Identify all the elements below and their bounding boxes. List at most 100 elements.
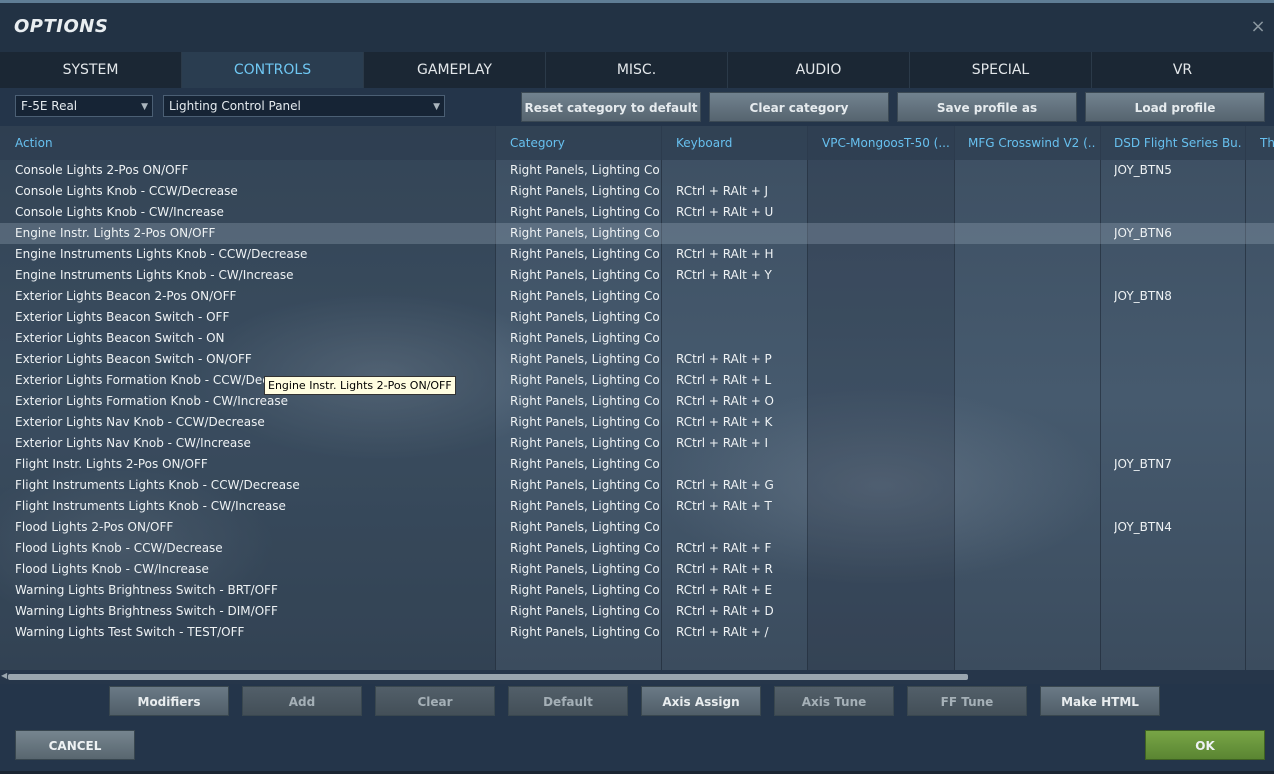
scroll-left-icon[interactable]: ◀ <box>1 671 7 680</box>
load-profile-button[interactable]: Load profile <box>1085 92 1265 122</box>
keyboard-binding-cell[interactable]: RCtrl + RAlt + / <box>676 625 804 639</box>
clear-category-button[interactable]: Clear category <box>709 92 889 122</box>
joystick-binding-cell[interactable]: JOY_BTN6 <box>1114 226 1242 240</box>
action-cell[interactable]: Console Lights Knob - CW/Increase <box>15 205 495 219</box>
joystick-binding-cell[interactable]: JOY_BTN4 <box>1114 520 1242 534</box>
table-row[interactable]: Exterior Lights Beacon Switch - ON Right … <box>0 328 1274 349</box>
reset-category-button[interactable]: Reset category to default <box>521 92 701 122</box>
joystick-binding-cell[interactable]: JOY_BTN8 <box>1114 289 1242 303</box>
tab-gameplay[interactable]: GAMEPLAY <box>364 52 546 88</box>
tab-misc[interactable]: MISC. <box>546 52 728 88</box>
keyboard-binding-cell[interactable]: RCtrl + RAlt + I <box>676 436 804 450</box>
action-cell[interactable]: Exterior Lights Beacon Switch - ON <box>15 331 495 345</box>
axis-assign-button[interactable]: Axis Assign <box>641 686 761 716</box>
make-html-button[interactable]: Make HTML <box>1040 686 1160 716</box>
table-row[interactable]: Exterior Lights Beacon 2-Pos ON/OFF Right… <box>0 286 1274 307</box>
axis-tune-button[interactable]: Axis Tune <box>774 686 894 716</box>
table-row[interactable]: Flight Instruments Lights Knob - CCW/Dec… <box>0 475 1274 496</box>
keyboard-binding-cell[interactable]: RCtrl + RAlt + G <box>676 478 804 492</box>
clear-button[interactable]: Clear <box>375 686 495 716</box>
action-cell[interactable]: Warning Lights Test Switch - TEST/OFF <box>15 625 495 639</box>
action-cell[interactable]: Exterior Lights Nav Knob - CCW/Decrease <box>15 415 495 429</box>
keyboard-binding-cell[interactable]: RCtrl + RAlt + P <box>676 352 804 366</box>
category-cell[interactable]: Right Panels, Lighting Con <box>510 268 660 282</box>
keyboard-binding-cell[interactable]: RCtrl + RAlt + J <box>676 184 804 198</box>
category-cell[interactable]: Right Panels, Lighting Con <box>510 541 660 555</box>
table-row[interactable]: Flight Instr. Lights 2-Pos ON/OFF Right P… <box>0 454 1274 475</box>
header-category[interactable]: Category <box>510 136 655 150</box>
category-cell[interactable]: Right Panels, Lighting Con <box>510 289 660 303</box>
default-button[interactable]: Default <box>508 686 628 716</box>
table-row[interactable]: Engine Instruments Lights Knob - CCW/Dec… <box>0 244 1274 265</box>
category-cell[interactable]: Right Panels, Lighting Con <box>510 457 660 471</box>
table-row[interactable]: Engine Instruments Lights Knob - CW/Incr… <box>0 265 1274 286</box>
category-cell[interactable]: Right Panels, Lighting Con <box>510 415 660 429</box>
action-cell[interactable]: Flight Instr. Lights 2-Pos ON/OFF <box>15 457 495 471</box>
action-cell[interactable]: Flood Lights Knob - CCW/Decrease <box>15 541 495 555</box>
keyboard-binding-cell[interactable]: RCtrl + RAlt + E <box>676 583 804 597</box>
close-icon[interactable]: × <box>1250 18 1266 36</box>
category-cell[interactable]: Right Panels, Lighting Con <box>510 163 660 177</box>
category-cell[interactable]: Right Panels, Lighting Con <box>510 310 660 324</box>
table-row[interactable]: Flood Lights Knob - CCW/Decrease Right Pa… <box>0 538 1274 559</box>
table-row[interactable]: Console Lights 2-Pos ON/OFF Right Panels,… <box>0 160 1274 181</box>
table-row[interactable]: Exterior Lights Beacon Switch - ON/OFF Ri… <box>0 349 1274 370</box>
category-cell[interactable]: Right Panels, Lighting Con <box>510 373 660 387</box>
save-profile-button[interactable]: Save profile as <box>897 92 1077 122</box>
cancel-button[interactable]: CANCEL <box>15 730 135 760</box>
keyboard-binding-cell[interactable]: RCtrl + RAlt + O <box>676 394 804 408</box>
horizontal-scrollbar[interactable]: ◀ <box>0 670 1274 684</box>
aircraft-select[interactable]: F-5E Real ▼ <box>15 95 153 117</box>
table-row[interactable]: Exterior Lights Beacon Switch - OFF Right… <box>0 307 1274 328</box>
joystick-binding-cell[interactable]: JOY_BTN7 <box>1114 457 1242 471</box>
category-cell[interactable]: Right Panels, Lighting Con <box>510 625 660 639</box>
category-cell[interactable]: Right Panels, Lighting Con <box>510 226 660 240</box>
action-cell[interactable]: Engine Instruments Lights Knob - CW/Incr… <box>15 268 495 282</box>
header-keyboard[interactable]: Keyboard <box>676 136 801 150</box>
category-cell[interactable]: Right Panels, Lighting Con <box>510 331 660 345</box>
action-cell[interactable]: Flood Lights Knob - CW/Increase <box>15 562 495 576</box>
table-row[interactable]: Console Lights Knob - CW/Increase Right P… <box>0 202 1274 223</box>
table-row[interactable]: Warning Lights Brightness Switch - BRT/O… <box>0 580 1274 601</box>
header-device-th[interactable]: Th <box>1260 136 1274 150</box>
category-cell[interactable]: Right Panels, Lighting Con <box>510 247 660 261</box>
tab-special[interactable]: SPECIAL <box>910 52 1092 88</box>
keyboard-binding-cell[interactable]: RCtrl + RAlt + Y <box>676 268 804 282</box>
keyboard-binding-cell[interactable]: RCtrl + RAlt + D <box>676 604 804 618</box>
keyboard-binding-cell[interactable]: RCtrl + RAlt + R <box>676 562 804 576</box>
tab-controls[interactable]: CONTROLS <box>182 52 364 88</box>
modifiers-button[interactable]: Modifiers <box>109 686 229 716</box>
joystick-binding-cell[interactable]: JOY_BTN5 <box>1114 163 1242 177</box>
keyboard-binding-cell[interactable]: RCtrl + RAlt + H <box>676 247 804 261</box>
category-cell[interactable]: Right Panels, Lighting Con <box>510 478 660 492</box>
action-cell[interactable]: Console Lights 2-Pos ON/OFF <box>15 163 495 177</box>
table-row[interactable]: Exterior Lights Nav Knob - CW/Increase Ri… <box>0 433 1274 454</box>
action-cell[interactable]: Engine Instr. Lights 2-Pos ON/OFF <box>15 226 495 240</box>
category-cell[interactable]: Right Panels, Lighting Con <box>510 583 660 597</box>
table-row[interactable]: Flood Lights 2-Pos ON/OFF Right Panels, L… <box>0 517 1274 538</box>
header-device-mfg[interactable]: MFG Crosswind V2 (... <box>968 136 1096 150</box>
header-device-dsd[interactable]: DSD Flight Series Bu... <box>1114 136 1242 150</box>
action-cell[interactable]: Exterior Lights Beacon Switch - OFF <box>15 310 495 324</box>
keyboard-binding-cell[interactable]: RCtrl + RAlt + K <box>676 415 804 429</box>
add-button[interactable]: Add <box>242 686 362 716</box>
keyboard-binding-cell[interactable]: RCtrl + RAlt + F <box>676 541 804 555</box>
category-cell[interactable]: Right Panels, Lighting Con <box>510 352 660 366</box>
action-cell[interactable]: Console Lights Knob - CCW/Decrease <box>15 184 495 198</box>
tab-vr[interactable]: VR <box>1092 52 1274 88</box>
keyboard-binding-cell[interactable]: RCtrl + RAlt + L <box>676 373 804 387</box>
tab-audio[interactable]: AUDIO <box>728 52 910 88</box>
keyboard-binding-cell[interactable]: RCtrl + RAlt + T <box>676 499 804 513</box>
action-cell[interactable]: Exterior Lights Formation Knob - CW/Incr… <box>15 394 495 408</box>
category-cell[interactable]: Right Panels, Lighting Con <box>510 520 660 534</box>
category-cell[interactable]: Right Panels, Lighting Con <box>510 436 660 450</box>
action-cell[interactable]: Flight Instruments Lights Knob - CW/Incr… <box>15 499 495 513</box>
scrollbar-thumb[interactable] <box>8 674 968 680</box>
category-cell[interactable]: Right Panels, Lighting Con <box>510 499 660 513</box>
table-row[interactable]: Exterior Lights Nav Knob - CCW/Decrease R… <box>0 412 1274 433</box>
keyboard-binding-cell[interactable]: RCtrl + RAlt + U <box>676 205 804 219</box>
ff-tune-button[interactable]: FF Tune <box>907 686 1027 716</box>
category-cell[interactable]: Right Panels, Lighting Con <box>510 184 660 198</box>
action-cell[interactable]: Warning Lights Brightness Switch - DIM/O… <box>15 604 495 618</box>
action-cell[interactable]: Exterior Lights Beacon Switch - ON/OFF <box>15 352 495 366</box>
